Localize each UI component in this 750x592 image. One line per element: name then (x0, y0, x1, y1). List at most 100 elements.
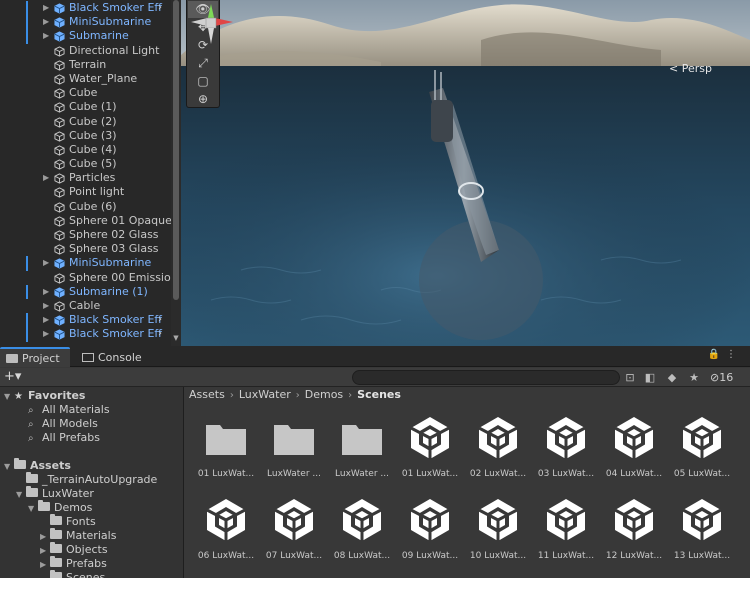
asset-folder[interactable]: LuxWater ... (329, 409, 395, 487)
expand-arrow-icon[interactable]: ▼ (4, 460, 14, 474)
expand-arrow-icon[interactable]: ▶ (43, 1, 49, 15)
tree-favorite-item[interactable]: ⌕ All Prefabs (28, 431, 100, 445)
hierarchy-scrollbar-thumb[interactable] (173, 0, 179, 300)
tree-folder-item[interactable]: ▼ LuxWater (16, 486, 94, 502)
hierarchy-item-label: MiniSubmarine (69, 256, 152, 270)
tree-favorites[interactable]: ▼ ★ Favorites (4, 389, 85, 403)
tree-folder-item[interactable]: ▶ Objects (40, 542, 108, 558)
hierarchy-item[interactable]: Point light (0, 185, 170, 199)
tree-folder-item[interactable]: ▼ Demos (28, 500, 92, 516)
asset-scene[interactable]: 11 LuxWat... (533, 491, 599, 569)
hierarchy-item-label: Black Smoker Eff (69, 313, 162, 327)
hierarchy-item[interactable]: Sphere 02 Glass (0, 228, 170, 242)
tag-icon[interactable]: ◆ (662, 369, 682, 386)
hierarchy-item[interactable]: Cube (4) (0, 143, 170, 157)
asset-scene[interactable]: 09 LuxWat... (397, 491, 463, 569)
expand-arrow-icon[interactable]: ▼ (4, 390, 14, 404)
search-by-type-icon[interactable]: ⊡ (620, 369, 640, 386)
breadcrumb-item[interactable]: Demos (305, 388, 343, 401)
tree-favorite-label: All Models (42, 417, 98, 430)
hierarchy-item[interactable]: Cube (3) (0, 129, 170, 143)
asset-scene[interactable]: 13 LuxWat... (669, 491, 735, 569)
hierarchy-item[interactable]: ▶ Black Smoker Eff › (0, 327, 170, 342)
hierarchy-item[interactable]: Cube (6) (0, 200, 170, 214)
tab-project[interactable]: Project (0, 347, 70, 367)
expand-arrow-icon[interactable]: ▶ (43, 15, 49, 29)
hierarchy-item[interactable]: ▶ MiniSubmarine (0, 15, 170, 30)
gameobject-cube-icon (54, 202, 65, 213)
expand-arrow-icon[interactable]: ▼ (28, 502, 38, 516)
tree-favorite-item[interactable]: ⌕ All Models (28, 417, 98, 431)
hierarchy-item[interactable]: ▶ MiniSubmarine (0, 256, 170, 271)
asset-scene[interactable]: 08 LuxWat... (329, 491, 395, 569)
asset-scene[interactable]: 12 LuxWat... (601, 491, 667, 569)
asset-scene[interactable]: 10 LuxWat... (465, 491, 531, 569)
asset-scene[interactable]: 07 LuxWat... (261, 491, 327, 569)
expand-arrow-icon[interactable]: ▶ (43, 171, 49, 185)
hierarchy-item[interactable]: Sphere 01 Opaque (0, 214, 172, 228)
hierarchy-item[interactable]: Cube (0, 86, 170, 100)
hierarchy-item[interactable]: ▶ Particles (0, 171, 170, 185)
favorite-star-icon[interactable]: ★ (684, 369, 704, 386)
add-asset-button[interactable]: +▾ (4, 369, 21, 385)
hierarchy-item[interactable]: Cube (2) (0, 115, 170, 129)
hierarchy-item[interactable]: ▶ Black Smoker Eff › (0, 1, 170, 16)
expand-arrow-icon[interactable]: ▶ (43, 285, 49, 299)
expand-arrow-icon[interactable]: ▶ (43, 327, 49, 341)
asset-folder[interactable]: LuxWater ... (261, 409, 327, 487)
hierarchy-item[interactable]: ▶ Submarine (0, 29, 170, 44)
scroll-down-arrow-icon[interactable]: ▼ (171, 334, 181, 342)
hierarchy-item[interactable]: ▶ Black Smoker Eff › (0, 313, 170, 328)
asset-folder[interactable]: 01 LuxWat... (193, 409, 259, 487)
tree-folder-item[interactable]: Fonts (40, 514, 96, 529)
expand-arrow-icon[interactable]: ▶ (40, 544, 50, 558)
expand-arrow-icon[interactable]: ▶ (40, 558, 50, 572)
rect-tool-icon[interactable]: ▢ (188, 73, 218, 90)
scene-view[interactable]: 👁 ✥ ⟳ ⤢ ▢ ⊕ < Persp (181, 0, 750, 346)
hierarchy-item[interactable]: ▶ Submarine (1) (0, 284, 170, 299)
hierarchy-item[interactable]: Cube (1) (0, 100, 170, 114)
hierarchy-item[interactable]: Cube (5) (0, 157, 170, 171)
transform-tool-icon[interactable]: ⊕ (188, 91, 218, 108)
search-by-label-icon[interactable]: ◧ (640, 369, 660, 386)
asset-scene[interactable]: 04 LuxWat... (601, 409, 667, 487)
scale-tool-icon[interactable]: ⤢ (188, 55, 218, 72)
expand-arrow-icon[interactable]: ▶ (40, 530, 50, 544)
tree-favorite-item[interactable]: ⌕ All Materials (28, 403, 110, 417)
hierarchy-item[interactable]: Sphere 03 Glass (0, 242, 170, 256)
tree-folder-item[interactable]: ▶ Materials (40, 528, 116, 544)
tab-console[interactable]: Console (76, 348, 156, 367)
perspective-label[interactable]: < Persp (669, 62, 712, 75)
open-prefab-chevron-icon[interactable]: › (158, 327, 162, 341)
hierarchy-item[interactable]: ▶ Cable (0, 299, 170, 313)
expand-arrow-icon[interactable]: ▼ (16, 488, 26, 502)
open-prefab-chevron-icon[interactable]: › (158, 1, 162, 15)
expand-arrow-icon[interactable]: ▶ (43, 313, 49, 327)
hidden-packages-toggle[interactable]: ⊘16 (710, 369, 733, 386)
window-menu-icons[interactable]: 🔒⋮ (708, 349, 742, 360)
expand-arrow-icon[interactable]: ▶ (43, 256, 49, 270)
expand-arrow-icon[interactable]: ▶ (43, 29, 49, 43)
asset-scene[interactable]: 02 LuxWat... (465, 409, 531, 487)
tree-folder-item[interactable]: ▶ Prefabs (40, 556, 107, 572)
asset-scene[interactable]: 01 LuxWat... (397, 409, 463, 487)
expand-arrow-icon[interactable]: ▶ (43, 299, 49, 313)
tree-folder-item[interactable]: _TerrainAutoUpgrade (16, 472, 157, 487)
asset-scene[interactable]: 06 LuxWat... (193, 491, 259, 569)
search-input[interactable] (352, 370, 620, 385)
asset-scene[interactable]: 05 LuxWat... (669, 409, 735, 487)
hierarchy-item[interactable]: Water_Plane (0, 72, 170, 86)
favorites-label: Favorites (28, 389, 86, 402)
breadcrumb-current[interactable]: Scenes (357, 388, 401, 401)
tree-folder-item[interactable]: Scenes (40, 570, 105, 578)
breadcrumb-item[interactable]: Assets (189, 388, 225, 401)
hierarchy-item[interactable]: Directional Light (0, 44, 170, 58)
tree-assets[interactable]: ▼ Assets (4, 458, 71, 474)
hierarchy-item[interactable]: Terrain (0, 58, 170, 72)
asset-scene[interactable]: 03 LuxWat... (533, 409, 599, 487)
tree-folder-label: LuxWater (42, 487, 94, 500)
hierarchy-item[interactable]: Sphere 00 Emission (0, 271, 178, 285)
breadcrumb-item[interactable]: LuxWater (239, 388, 291, 401)
open-prefab-chevron-icon[interactable]: › (158, 313, 162, 327)
orientation-gizmo-icon[interactable] (181, 0, 241, 50)
